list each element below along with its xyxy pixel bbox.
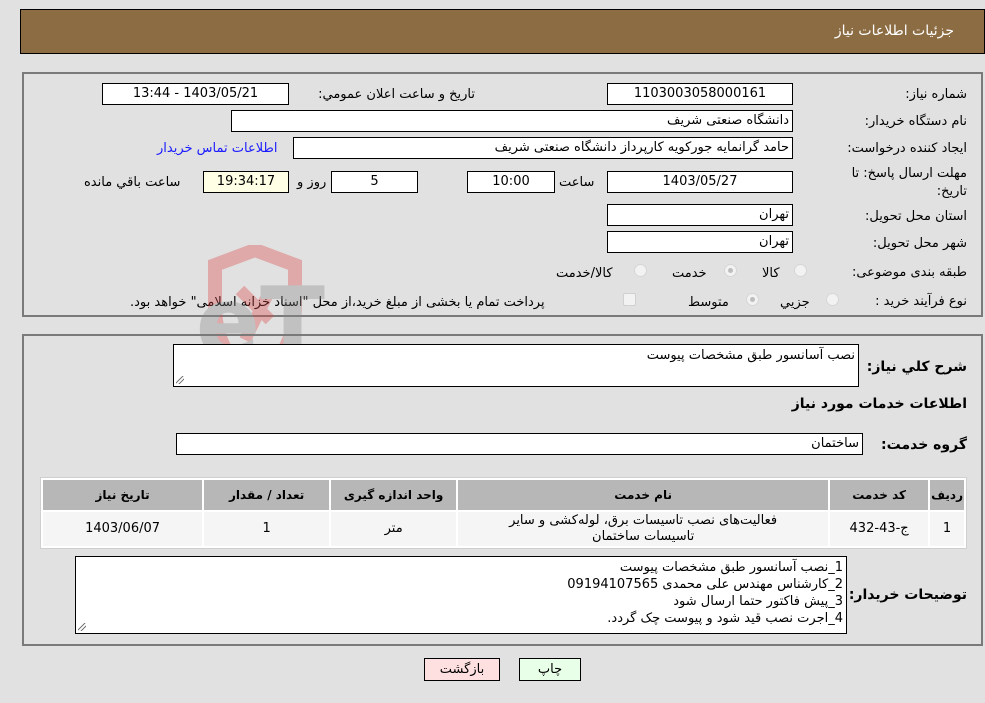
purchase-radio-minor[interactable] (826, 293, 839, 306)
service-group-label: گروه خدمت: (881, 437, 967, 453)
deadline-time-field: 10:00 (467, 171, 555, 193)
buyer-note-line: 4_اجرت نصب قید شود و پیوست چک گردد. (607, 611, 843, 626)
cell-service-name: فعالیت‌های نصب تاسیسات برق، لوله‌کشی و س… (458, 512, 829, 546)
services-heading: اطلاعات خدمات مورد نیاز (791, 396, 967, 412)
page-title: جزئیات اطلاعات نیاز (834, 23, 954, 39)
table-header-row: ردیف کد خدمت نام خدمت واحد اندازه گیری ت… (43, 480, 964, 510)
summary-text: نصب آسانسور طبق مشخصات پیوست (646, 348, 855, 363)
summary-textarea[interactable]: نصب آسانسور طبق مشخصات پیوست (173, 344, 859, 387)
category-radio-service[interactable] (724, 264, 737, 277)
deadline-time-label: ساعت (559, 175, 595, 190)
cell-unit: متر (331, 512, 457, 546)
print-button[interactable]: چاپ (519, 658, 581, 681)
province-field: تهران (607, 204, 793, 226)
purchase-type-label: نوع فرآیند خرید : (875, 294, 967, 309)
announce-datetime-field: 1403/05/21 - 13:44 (102, 83, 289, 105)
province-label: استان محل تحویل: (865, 209, 967, 224)
deadline-label: مهلت ارسال پاسخ: تا تاریخ: (851, 166, 967, 199)
category-radio-goods[interactable] (794, 264, 807, 277)
cell-need-date: 1403/06/07 (43, 512, 203, 546)
announce-datetime-label: تاریخ و ساعت اعلان عمومي: (318, 87, 475, 102)
purchase-radio-medium[interactable] (746, 293, 759, 306)
buyer-note-line: 3_پیش فاکتور حتما ارسال شود (673, 594, 843, 609)
requester-field: حامد گرانمایه جورکویه کارپرداز دانشگاه ص… (293, 137, 793, 159)
cell-quantity: 1 (204, 512, 330, 546)
buyer-org-field: دانشگاه صنعتی شریف (231, 110, 793, 132)
city-label: شهر محل تحویل: (872, 236, 967, 251)
need-number-field: 1103003058000161 (607, 83, 793, 105)
buyer-notes-textarea[interactable]: 1_نصب آسانسور طبق مشخصات پیوست 2_کارشناس… (75, 556, 847, 634)
cell-row-number: 1 (930, 512, 964, 546)
treasury-checkbox[interactable] (623, 293, 636, 306)
resize-handle-icon[interactable] (176, 376, 184, 384)
cell-service-code: ج-43-432 (830, 512, 929, 546)
time-remaining-label: ساعت باقي مانده (84, 175, 181, 190)
city-field: تهران (607, 231, 793, 253)
category-label: طبقه بندی موضوعی: (851, 265, 967, 280)
buyer-contact-link[interactable]: اطلاعات تماس خریدار (157, 141, 277, 156)
treasury-note: پرداخت تمام یا بخشی از مبلغ خرید،از محل … (130, 295, 545, 310)
col-quantity: تعداد / مقدار (204, 480, 330, 510)
col-need-date: تاریخ نیاز (43, 480, 203, 510)
back-button[interactable]: بازگشت (424, 658, 500, 681)
time-remaining-field: 19:34:17 (203, 171, 289, 193)
category-option-service: خدمت (672, 266, 707, 281)
need-number-label: شماره نیاز: (905, 87, 967, 102)
purchase-option-medium: متوسط (688, 295, 729, 310)
category-option-goods: کالا (762, 266, 780, 281)
category-option-goods-service: کالا/خدمت (556, 266, 613, 281)
buyer-note-line: 1_نصب آسانسور طبق مشخصات پیوست (619, 560, 843, 575)
services-table: ردیف کد خدمت نام خدمت واحد اندازه گیری ت… (40, 477, 967, 549)
service-group-field: ساختمان (176, 433, 863, 455)
col-row-number: ردیف (930, 480, 964, 510)
buyer-notes-label: توضیحات خریدار: (848, 587, 967, 603)
deadline-date-field: 1403/05/27 (607, 171, 793, 193)
days-remaining-field: 5 (331, 171, 418, 193)
requester-label: ایجاد کننده درخواست: (847, 141, 967, 156)
table-row: 1 ج-43-432 فعالیت‌های نصب تاسیسات برق، ل… (43, 512, 964, 546)
col-service-name: نام خدمت (458, 480, 829, 510)
page-header: جزئیات اطلاعات نیاز (20, 9, 985, 54)
category-radio-goods-service[interactable] (634, 264, 647, 277)
col-service-code: کد خدمت (830, 480, 929, 510)
purchase-option-minor: جزيي (780, 295, 810, 310)
days-label: روز و (297, 175, 327, 190)
resize-handle-icon[interactable] (78, 623, 86, 631)
summary-label: شرح کلي نیاز: (866, 359, 967, 375)
col-unit: واحد اندازه گیری (331, 480, 457, 510)
buyer-org-label: نام دستگاه خریدار: (864, 114, 967, 129)
buyer-note-line: 2_کارشناس مهندس علی محمدی 09194107565 (567, 577, 843, 592)
